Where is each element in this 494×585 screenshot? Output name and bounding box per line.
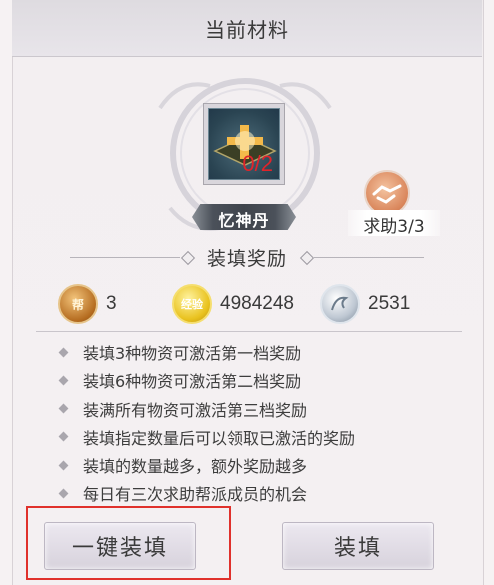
guild-badge-icon: 帮 (58, 284, 98, 324)
rule-item: 装填指定数量后可以领取已激活的奖励 (58, 425, 460, 449)
bullet-icon (58, 347, 69, 357)
bullet-icon (58, 488, 69, 499)
reward-row: 帮 3 经验 4984248 2531 (58, 284, 458, 324)
material-slot[interactable]: 0/2 (203, 103, 285, 185)
reward-guild: 帮 3 (58, 284, 117, 324)
help-count-label[interactable]: 求助3/3 (348, 212, 440, 237)
rule-item: 装填6种物资可激活第二档奖励 (58, 368, 460, 392)
fill-button[interactable]: 装填 (282, 522, 434, 570)
rule-item: 每日有三次求助帮派成员的机会 (58, 481, 460, 505)
reward-experience-value: 4984248 (220, 293, 294, 314)
rule-item: 装满所有物资可激活第三档奖励 (58, 397, 460, 421)
silver-dragon-coin-icon (320, 284, 360, 324)
reward-silver: 2531 (320, 284, 410, 324)
section-line-right (314, 257, 424, 258)
reward-guild-value: 3 (106, 293, 117, 314)
bullet-icon (58, 460, 69, 471)
reward-experience: 经验 4984248 (172, 284, 294, 324)
panel-title: 当前材料 (205, 18, 289, 42)
experience-coin-icon: 经验 (172, 284, 212, 324)
bullet-icon (58, 375, 69, 386)
rules-list: 装填3种物资可激活第一档奖励 装填6种物资可激活第二档奖励 装满所有物资可激活第… (58, 340, 460, 510)
divider (36, 331, 462, 332)
reward-silver-value: 2531 (368, 293, 411, 314)
bullet-icon (58, 403, 69, 414)
pill-item-icon: 0/2 (208, 108, 280, 180)
item-name: 忆神丹 (218, 211, 270, 230)
rule-item: 装填的数量越多，额外奖励越多 (58, 453, 460, 477)
rule-item: 装填3种物资可激活第一档奖励 (58, 340, 460, 364)
bullet-icon (58, 431, 69, 442)
highlight-box (26, 506, 231, 580)
item-count: 0/2 (242, 151, 273, 176)
panel-header: 当前材料 (12, 0, 482, 57)
